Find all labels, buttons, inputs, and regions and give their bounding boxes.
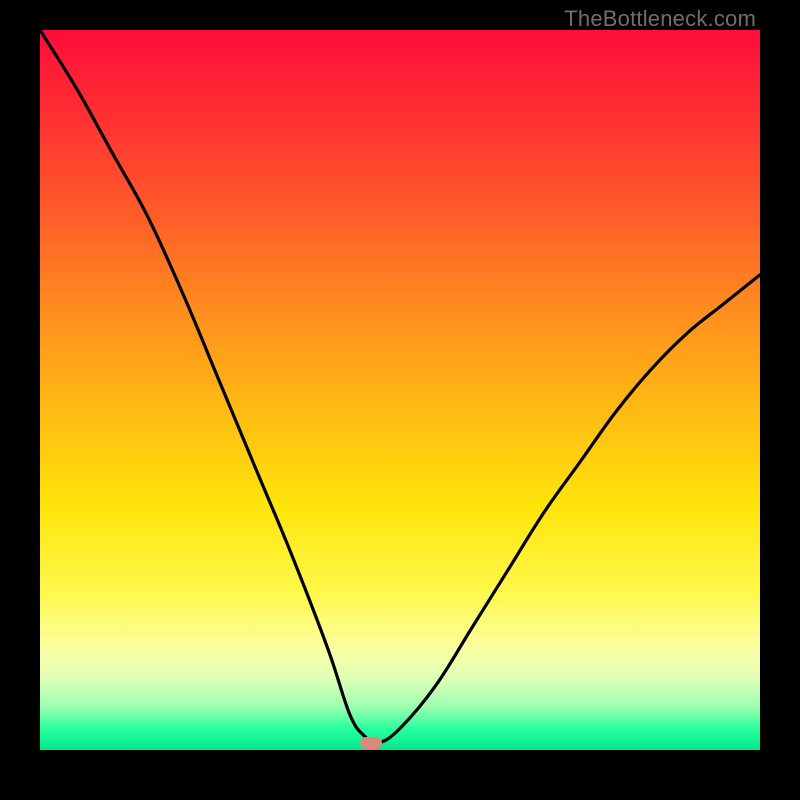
bottleneck-curve [40,30,760,750]
watermark-text: TheBottleneck.com [564,6,756,32]
plot-area [40,30,760,750]
chart-frame: TheBottleneck.com [0,0,800,800]
sweet-spot-marker [360,737,382,749]
